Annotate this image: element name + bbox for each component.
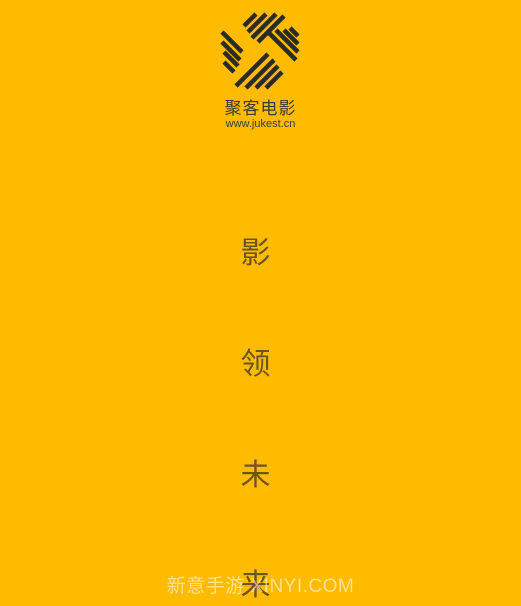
slogan-char-3: 未 xyxy=(240,458,271,493)
slogan-char-2: 领 xyxy=(240,347,271,382)
brand-logo-icon xyxy=(220,12,300,90)
watermark: 新意手游 XINYI.COM xyxy=(166,576,355,597)
splash-screen: 聚客电影 www.jukest.cn 影 领 未 来 新意手游 XINYI.CO… xyxy=(0,0,521,606)
brand-url: www.jukest.cn xyxy=(225,118,296,130)
slogan-char-1: 影 xyxy=(240,236,271,271)
brand-name: 聚客电影 xyxy=(224,99,297,119)
